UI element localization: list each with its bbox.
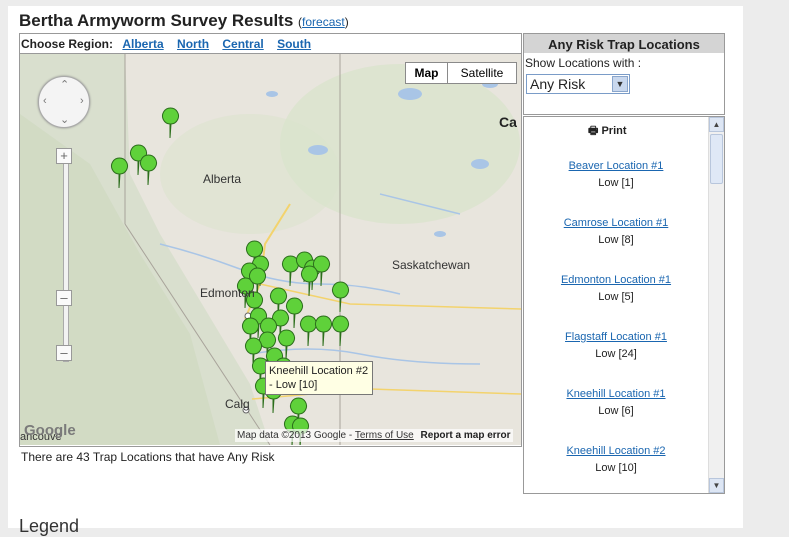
map-label-alberta: Alberta xyxy=(203,172,242,186)
locations-list: 🖶 Print Beaver Location #1 Low [1] Camro… xyxy=(523,116,725,494)
risk-select-value: Any Risk xyxy=(530,76,586,92)
location-link[interactable]: Kneehill Location #2 xyxy=(524,445,708,457)
print-button[interactable]: 🖶 Print xyxy=(588,122,627,141)
map-label-saskatchewan: Saskatchewan xyxy=(392,258,471,272)
location-link[interactable]: Beaver Location #1 xyxy=(524,160,708,172)
region-link-central[interactable]: Central xyxy=(222,37,263,51)
report-map-error-link[interactable]: Report a map error xyxy=(421,430,511,441)
risk-filter-panel: Any Risk Trap Locations Show Locations w… xyxy=(523,33,725,115)
location-link[interactable]: Camrose Location #1 xyxy=(524,217,708,229)
chevron-down-icon[interactable]: ▼ xyxy=(612,76,628,92)
map-label-canada: Ca xyxy=(499,114,517,130)
zoom-slider-thumb[interactable]: – xyxy=(56,290,72,306)
scroll-up-icon[interactable]: ▲ xyxy=(709,117,724,132)
google-logo[interactable]: Google xyxy=(24,422,76,439)
zoom-slider-track[interactable] xyxy=(63,162,69,362)
region-link-south[interactable]: South xyxy=(277,37,311,51)
list-item: Beaver Location #1 Low [1] xyxy=(524,160,708,189)
location-risk: Low [8] xyxy=(598,234,634,246)
list-item: Kneehill Location #1 Low [6] xyxy=(524,388,708,417)
map-attribution: Map data ©2013 Google - Terms of Use Rep… xyxy=(235,429,513,442)
terms-of-use-link[interactable]: Terms of Use xyxy=(355,430,414,441)
location-risk: Low [5] xyxy=(598,291,634,303)
scroll-down-icon[interactable]: ▼ xyxy=(709,478,724,493)
list-item: Flagstaff Location #1 Low [24] xyxy=(524,331,708,360)
pan-control[interactable]: ⌃ ⌄ ‹ › xyxy=(38,76,90,128)
region-link-alberta[interactable]: Alberta xyxy=(122,37,163,51)
location-risk: Low [1] xyxy=(598,177,634,189)
choose-region-label: Choose Region: xyxy=(21,37,113,51)
page: Bertha Armyworm Survey Results (forecast… xyxy=(8,6,743,536)
location-link[interactable]: Edmonton Location #1 xyxy=(524,274,708,286)
list-item: Camrose Location #1 Low [8] xyxy=(524,217,708,246)
summary-text: There are 43 Trap Locations that have An… xyxy=(20,446,521,494)
pan-left-icon[interactable]: ‹ xyxy=(43,95,47,107)
map-canvas[interactable]: Map Satellite ⌃ ⌄ ‹ › + – – Alberta Sask… xyxy=(20,54,521,445)
pan-right-icon[interactable]: › xyxy=(80,95,84,107)
location-risk: Low [10] xyxy=(595,462,637,474)
zoom-out-icon[interactable]: – xyxy=(56,345,72,361)
location-risk: Low [24] xyxy=(595,348,637,360)
pan-down-icon[interactable]: ⌄ xyxy=(60,113,69,126)
marker-tooltip: Kneehill Location #2 - Low [10] xyxy=(265,361,373,395)
print-label: Print xyxy=(601,125,627,137)
page-title: Bertha Armyworm Survey Results (forecast… xyxy=(19,11,349,30)
title-text: Bertha Armyworm Survey Results xyxy=(19,11,294,30)
printer-icon: 🖶 xyxy=(588,125,599,137)
pan-up-icon[interactable]: ⌃ xyxy=(60,78,69,91)
legend-heading: Legend xyxy=(19,516,80,536)
zoom-in-icon[interactable]: + xyxy=(56,148,72,164)
map-type-satellite-button[interactable]: Satellite xyxy=(447,62,517,84)
risk-select[interactable]: Any Risk ▼ xyxy=(526,74,630,94)
map-container: Choose Region: Alberta North Central Sou… xyxy=(19,33,522,494)
scrollbar-thumb[interactable] xyxy=(710,134,723,184)
location-link[interactable]: Kneehill Location #1 xyxy=(524,388,708,400)
attribution-text: Map data ©2013 Google - xyxy=(237,430,353,441)
show-locations-label: Show Locations with : xyxy=(525,56,642,70)
list-item: Kneehill Location #2 Low [10] xyxy=(524,445,708,474)
forecast-link[interactable]: forecast xyxy=(302,15,345,29)
map-label-calgary: Calg xyxy=(225,397,250,411)
region-link-north[interactable]: North xyxy=(177,37,209,51)
map-label-edmonton: Edmonton xyxy=(200,286,255,300)
list-item: Edmonton Location #1 Low [5] xyxy=(524,274,708,303)
map-type-map-button[interactable]: Map xyxy=(405,62,448,84)
location-link[interactable]: Flagstaff Location #1 xyxy=(524,331,708,343)
panel-title: Any Risk Trap Locations xyxy=(524,34,724,53)
list-scrollbar[interactable]: ▲ ▼ xyxy=(708,117,724,493)
region-bar: Choose Region: Alberta North Central Sou… xyxy=(20,34,521,54)
location-risk: Low [6] xyxy=(598,405,634,417)
